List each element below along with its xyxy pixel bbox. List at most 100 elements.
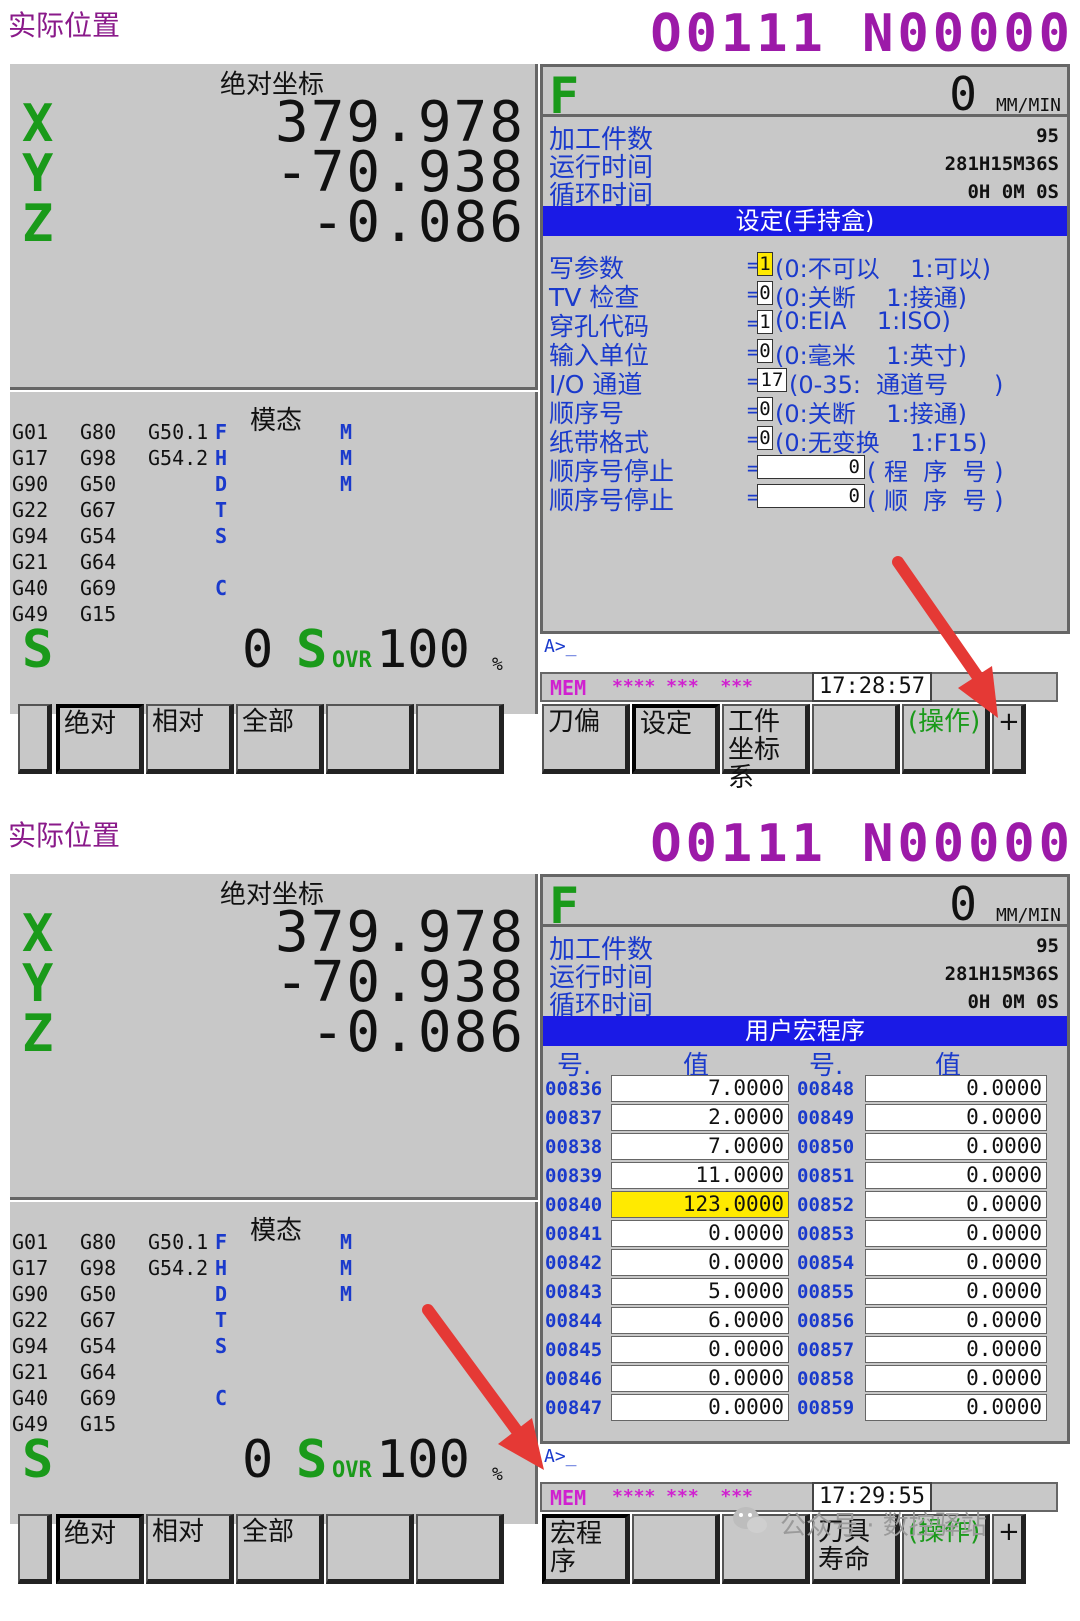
param-value[interactable]: 0: [757, 339, 773, 363]
gcode: G94: [12, 524, 49, 548]
softkey-left-arrow[interactable]: [18, 704, 52, 774]
macro-value[interactable]: 0.0000: [865, 1394, 1047, 1421]
param-value[interactable]: 17: [757, 368, 787, 392]
macro-row: 00846 0.0000 00858 0.0000: [543, 1365, 1063, 1394]
feed-unit: MM/MIN: [995, 905, 1061, 926]
softkey-blank[interactable]: [416, 1514, 504, 1584]
macro-value[interactable]: 0.0000: [611, 1394, 789, 1421]
macro-value[interactable]: 123.0000: [611, 1191, 789, 1218]
macro-value[interactable]: 11.0000: [611, 1162, 789, 1189]
percent-sign: %: [492, 1464, 503, 1485]
macro-value[interactable]: 7.0000: [611, 1133, 789, 1160]
macro-number: 00842: [545, 1252, 603, 1274]
param-value[interactable]: 0: [757, 455, 865, 479]
softkey-setting[interactable]: 设定: [632, 704, 720, 774]
macro-row: 00844 6.0000 00856 0.0000: [543, 1307, 1063, 1336]
macro-value[interactable]: 0.0000: [865, 1191, 1047, 1218]
clock: 17:28:57: [812, 672, 932, 702]
gcode: G01: [12, 420, 49, 444]
macro-value[interactable]: 0.0000: [865, 1162, 1047, 1189]
feed-label: F: [549, 877, 580, 935]
softkey-blank[interactable]: [632, 1514, 720, 1584]
macro-value[interactable]: 7.0000: [611, 1075, 789, 1102]
macro-number: 00854: [797, 1252, 855, 1274]
macro-value[interactable]: 0.0000: [865, 1307, 1047, 1334]
macro-value[interactable]: 0.0000: [611, 1249, 789, 1276]
softkey-relative[interactable]: 相对: [146, 1514, 234, 1584]
macro-number: 00847: [545, 1397, 603, 1419]
softkey-blank[interactable]: [326, 1514, 414, 1584]
settings-panel: F 0 MM/MIN 加工件数 95 运行时间 281H15M36S 循环时间 …: [540, 64, 1070, 634]
softkey-operation[interactable]: (操作): [902, 704, 990, 774]
macro-value[interactable]: 0.0000: [611, 1365, 789, 1392]
softkey-offset[interactable]: 刀偏: [542, 704, 630, 774]
modal-letter: H: [215, 1256, 228, 1280]
macro-number: 00843: [545, 1281, 603, 1303]
modal-letter: D: [215, 472, 228, 496]
gcode: G17: [12, 446, 49, 470]
softkey-work-coordinate[interactable]: 工件坐标系: [722, 704, 810, 792]
spindle-ovr-s: S: [296, 620, 328, 680]
param-value[interactable]: 0: [757, 426, 773, 450]
info-value: 281H15M36S: [944, 963, 1059, 985]
softkey-blank[interactable]: [812, 704, 900, 774]
macro-value[interactable]: 6.0000: [611, 1307, 789, 1334]
macro-value[interactable]: 0.0000: [865, 1104, 1047, 1131]
info-value: 95: [1036, 125, 1059, 147]
param-value[interactable]: 0: [757, 397, 773, 421]
macro-number: 00837: [545, 1107, 603, 1129]
softkey-next-plus[interactable]: +: [992, 1514, 1026, 1584]
macro-value[interactable]: 0.0000: [865, 1365, 1047, 1392]
macro-value[interactable]: 5.0000: [611, 1278, 789, 1305]
macro-value[interactable]: 0.0000: [865, 1249, 1047, 1276]
program-number: O0111 N00000: [650, 814, 1074, 874]
command-input[interactable]: A>_: [540, 636, 1070, 658]
modal-letter: T: [215, 498, 228, 522]
param-value[interactable]: 1: [757, 252, 773, 276]
macro-row: 00845 0.0000 00857 0.0000: [543, 1336, 1063, 1365]
macro-number: 00849: [797, 1107, 855, 1129]
gcode: G80: [80, 1230, 117, 1254]
macro-number: 00840: [545, 1194, 603, 1216]
mode-indicator: MEM: [550, 1486, 587, 1510]
macro-number: 00836: [545, 1078, 603, 1100]
softkey-all[interactable]: 全部: [236, 704, 324, 774]
macro-value[interactable]: 0.0000: [611, 1220, 789, 1247]
gcode: G22: [12, 1308, 49, 1332]
macro-value[interactable]: 0.0000: [865, 1336, 1047, 1363]
gcode: G21: [12, 1360, 49, 1384]
macro-value[interactable]: 0.0000: [865, 1133, 1047, 1160]
softkey-macro[interactable]: 宏程序: [542, 1514, 630, 1584]
param-note: (0:EIA 1:ISO): [775, 307, 951, 335]
ovr-value: 100: [376, 620, 470, 680]
macro-value[interactable]: 0.0000: [865, 1220, 1047, 1247]
macro-value[interactable]: 0.0000: [865, 1075, 1047, 1102]
macro-number: 00853: [797, 1223, 855, 1245]
gcode: G69: [80, 576, 117, 600]
softkey-next-plus[interactable]: +: [992, 704, 1026, 774]
softkey-absolute[interactable]: 绝对: [56, 1514, 144, 1584]
modal-letter: C: [215, 576, 228, 600]
softkey-blank[interactable]: [326, 704, 414, 774]
gcode: G90: [12, 1282, 49, 1306]
param-label: 顺序号停止: [549, 486, 675, 515]
macro-number: 00856: [797, 1310, 855, 1332]
macro-value[interactable]: 2.0000: [611, 1104, 789, 1131]
softkey-blank[interactable]: [416, 704, 504, 774]
softkey-relative[interactable]: 相对: [146, 704, 234, 774]
param-value[interactable]: 1: [757, 310, 773, 334]
softkey-all[interactable]: 全部: [236, 1514, 324, 1584]
modal-header: 模态: [250, 1216, 303, 1246]
command-input[interactable]: A>_: [540, 1446, 1070, 1468]
param-value[interactable]: 0: [757, 484, 865, 508]
macro-number: 00848: [797, 1078, 855, 1100]
softkey-left-arrow[interactable]: [18, 1514, 52, 1584]
macro-row: 00839 11.0000 00851 0.0000: [543, 1162, 1063, 1191]
feed-value: 0: [949, 67, 977, 121]
param-value[interactable]: 0: [757, 281, 773, 305]
macro-value[interactable]: 0.0000: [865, 1278, 1047, 1305]
gcode: G54.2: [148, 446, 209, 470]
macro-number: 00852: [797, 1194, 855, 1216]
softkey-absolute[interactable]: 绝对: [56, 704, 144, 774]
macro-value[interactable]: 0.0000: [611, 1336, 789, 1363]
